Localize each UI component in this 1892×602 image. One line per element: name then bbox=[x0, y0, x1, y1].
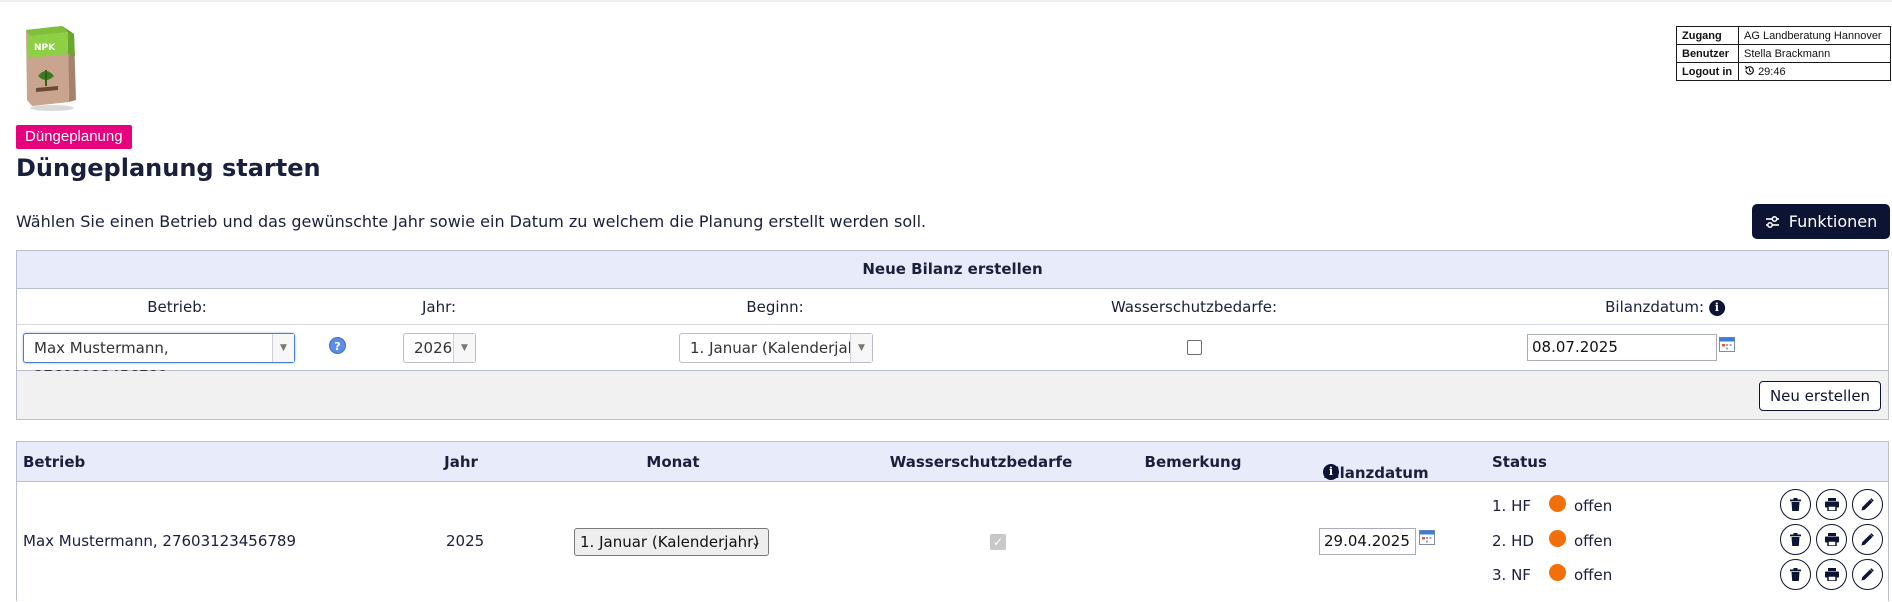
col-monat: Monat bbox=[646, 453, 700, 471]
label-betrieb: Betrieb: bbox=[147, 298, 207, 316]
status-dot bbox=[1549, 495, 1566, 512]
pencil-icon bbox=[1861, 533, 1874, 546]
chevron-down-icon: ▼ bbox=[272, 334, 294, 362]
functions-button[interactable]: Funktionen bbox=[1752, 204, 1890, 239]
col-wasserschutz: Wasserschutzbedarfe bbox=[889, 453, 1073, 471]
sliders-icon bbox=[1765, 215, 1779, 228]
new-balance-panel: Neue Bilanz erstellen Betrieb: Jahr: Beg… bbox=[16, 250, 1889, 420]
status-code-hf: 1. HF bbox=[1492, 497, 1531, 515]
label-beginn: Beginn: bbox=[746, 298, 804, 316]
breadcrumb-badge[interactable]: Düngeplanung bbox=[16, 125, 132, 149]
session-label-access: Zugang bbox=[1676, 26, 1739, 45]
delete-button[interactable] bbox=[1780, 489, 1811, 520]
status-state-hd: offen bbox=[1574, 532, 1613, 550]
session-row-access: Zugang AG Landberatung Hannover bbox=[1676, 26, 1891, 45]
row-monat-select[interactable]: 1. Januar (Kalenderjahr) ⌄ bbox=[574, 528, 769, 556]
create-new-button[interactable]: Neu erstellen bbox=[1759, 381, 1881, 411]
printer-icon bbox=[1824, 533, 1839, 546]
beginn-select-value: 1. Januar (Kalenderjahr) bbox=[690, 339, 870, 357]
row-bilanzdatum-input[interactable]: 29.04.2025 bbox=[1319, 528, 1416, 555]
page-title: Düngeplanung starten bbox=[16, 154, 321, 182]
delete-button[interactable] bbox=[1780, 559, 1811, 590]
row-jahr: 2025 bbox=[446, 532, 485, 550]
new-balance-inputs: Max Mustermann, 27603123456789 ▼ ? 2026 … bbox=[17, 325, 1888, 385]
new-balance-title: Neue Bilanz erstellen bbox=[17, 251, 1888, 289]
row-wasserschutz-checkbox: ✓ bbox=[990, 534, 1006, 550]
edit-button[interactable] bbox=[1852, 524, 1883, 555]
col-status: Status bbox=[1492, 453, 1547, 471]
pencil-icon bbox=[1861, 498, 1874, 511]
session-row-user: Benutzer Stella Brackmann bbox=[1676, 44, 1891, 63]
edit-button[interactable] bbox=[1852, 489, 1883, 520]
chevron-down-icon: ▼ bbox=[453, 334, 475, 362]
calendar-icon[interactable] bbox=[1719, 336, 1735, 352]
row-monat-value: 1. Januar (Kalenderjahr) bbox=[580, 533, 760, 551]
jahr-select[interactable]: 2026 ▼ bbox=[403, 333, 476, 363]
printer-icon bbox=[1824, 498, 1839, 511]
trash-icon bbox=[1790, 498, 1801, 511]
delete-button[interactable] bbox=[1780, 524, 1811, 555]
jahr-select-value: 2026 bbox=[414, 339, 453, 357]
chevron-down-icon: ▼ bbox=[850, 334, 872, 362]
label-jahr: Jahr: bbox=[421, 298, 457, 316]
history-clock-icon bbox=[1744, 66, 1754, 75]
status-code-hd: 2. HD bbox=[1492, 532, 1534, 550]
beginn-select[interactable]: 1. Januar (Kalenderjahr) ▼ bbox=[679, 333, 873, 363]
session-label-logout: Logout in bbox=[1676, 62, 1739, 81]
session-value-user: Stella Brackmann bbox=[1738, 44, 1891, 63]
label-wasserschutz: Wasserschutzbedarfe: bbox=[1110, 298, 1278, 316]
calendar-icon[interactable] bbox=[1419, 529, 1435, 545]
session-label-user: Benutzer bbox=[1676, 44, 1739, 63]
intro-text: Wählen Sie einen Betrieb und das gewünsc… bbox=[16, 212, 927, 231]
pencil-icon bbox=[1861, 568, 1874, 581]
bilanzdatum-input[interactable]: 08.07.2025 bbox=[1527, 334, 1717, 361]
trash-icon bbox=[1790, 568, 1801, 581]
functions-button-label: Funktionen bbox=[1788, 212, 1878, 231]
status-state-nf: offen bbox=[1574, 566, 1613, 584]
session-value-logout: 29:46 bbox=[1738, 62, 1891, 81]
betrieb-select[interactable]: Max Mustermann, 27603123456789 ▼ bbox=[23, 333, 295, 385]
chevron-down-icon: ⌄ bbox=[750, 535, 761, 549]
print-button[interactable] bbox=[1816, 559, 1847, 590]
status-state-hf: offen bbox=[1574, 497, 1613, 515]
balance-list-table: Betrieb Jahr Monat Wasserschutzbedarfe B… bbox=[16, 441, 1889, 601]
status-dot bbox=[1549, 564, 1566, 581]
wasserschutz-checkbox[interactable] bbox=[1187, 340, 1202, 355]
info-icon[interactable]: i bbox=[1323, 464, 1339, 480]
status-code-nf: 3. NF bbox=[1492, 566, 1531, 584]
new-balance-footer: Neu erstellen bbox=[17, 371, 1888, 419]
fertilizer-bag-icon: NPK bbox=[26, 26, 76, 111]
info-icon[interactable]: i bbox=[1708, 300, 1725, 316]
trash-icon bbox=[1790, 533, 1801, 546]
table-row: Max Mustermann, 27603123456789 2025 1. J… bbox=[17, 482, 1888, 602]
row-betrieb: Max Mustermann, 27603123456789 bbox=[23, 532, 297, 550]
logo-text: NPK bbox=[34, 43, 56, 53]
label-bilanzdatum: Bilanzdatum: i bbox=[1605, 298, 1725, 316]
list-header-row: Betrieb Jahr Monat Wasserschutzbedarfe B… bbox=[17, 442, 1888, 482]
print-button[interactable] bbox=[1816, 489, 1847, 520]
print-button[interactable] bbox=[1816, 524, 1847, 555]
new-balance-labels: Betrieb: Jahr: Beginn: Wasserschutzbedar… bbox=[17, 289, 1888, 325]
session-value-access: AG Landberatung Hannover bbox=[1738, 26, 1891, 45]
session-row-logout: Logout in 29:46 bbox=[1676, 62, 1891, 81]
col-jahr: Jahr bbox=[444, 453, 478, 471]
status-dot bbox=[1549, 530, 1566, 547]
logout-timer: 29:46 bbox=[1758, 66, 1786, 78]
col-betrieb: Betrieb bbox=[23, 453, 86, 471]
session-info-table: Zugang AG Landberatung Hannover Benutzer… bbox=[1676, 26, 1891, 81]
label-bilanzdatum-text: Bilanzdatum: bbox=[1605, 298, 1705, 316]
help-icon[interactable]: ? bbox=[329, 337, 346, 354]
col-bemerkung: Bemerkung bbox=[1144, 453, 1242, 471]
edit-button[interactable] bbox=[1852, 559, 1883, 590]
printer-icon bbox=[1824, 568, 1839, 581]
